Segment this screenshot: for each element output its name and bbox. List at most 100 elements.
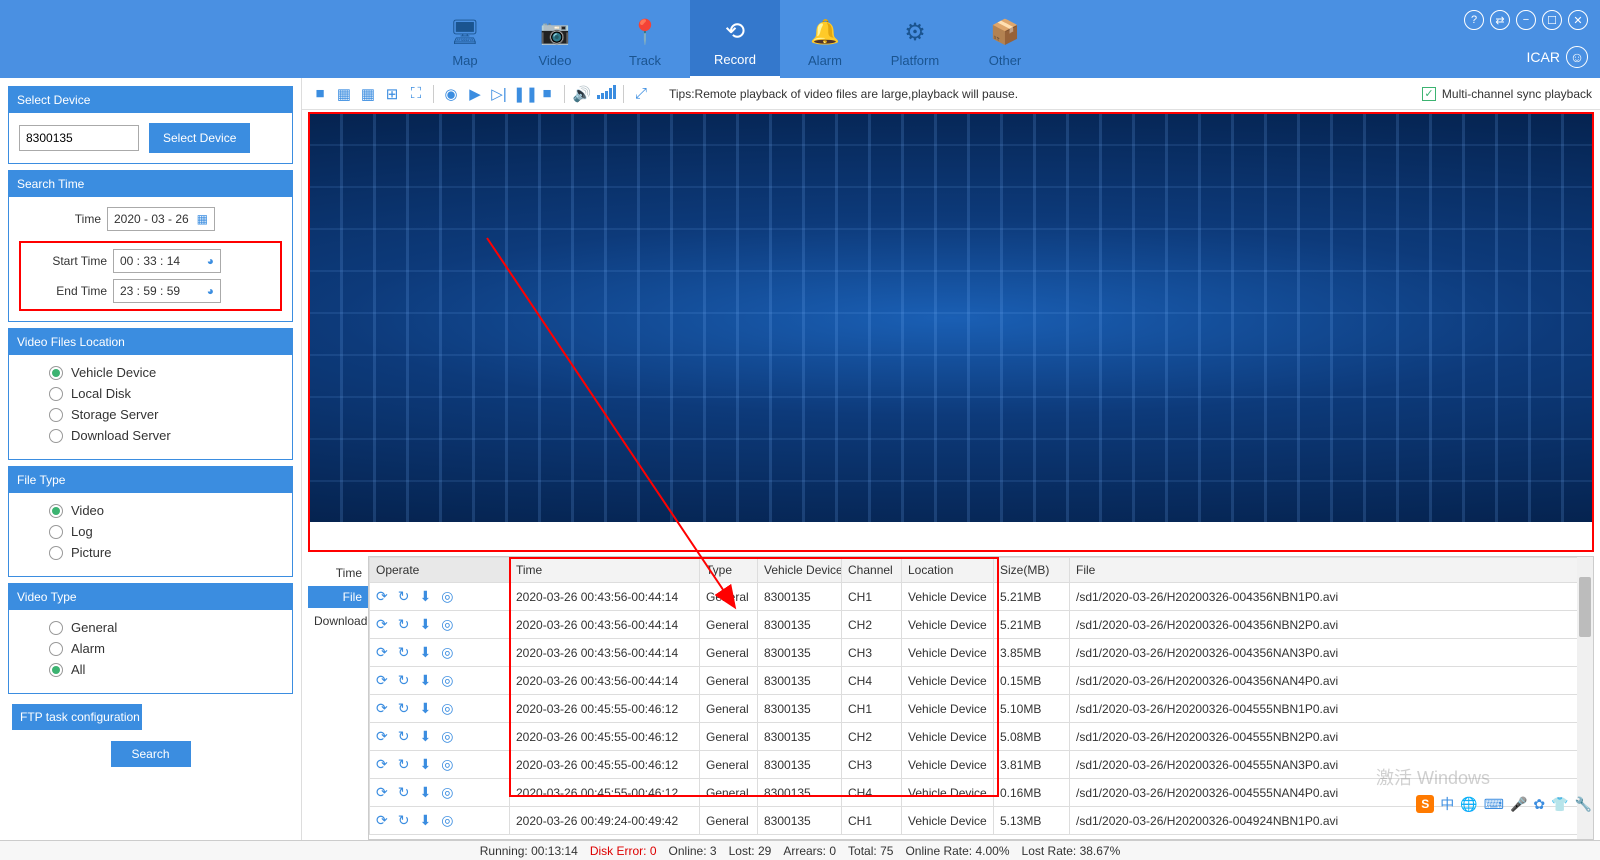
minimize-icon[interactable]: − <box>1516 10 1536 30</box>
nav-tab-other[interactable]: 📦Other <box>960 0 1050 78</box>
nav-tab-map[interactable]: 🖥Map <box>420 0 510 78</box>
signal-icon[interactable] <box>596 85 616 103</box>
tray-icon[interactable]: 👕 <box>1551 796 1568 813</box>
download-icon[interactable]: ⬇ <box>419 784 431 801</box>
layout-9-icon[interactable]: ▦ <box>358 85 378 103</box>
locate-icon[interactable]: ◎ <box>441 784 453 801</box>
col-header[interactable]: File <box>1070 558 1593 583</box>
snapshot-icon[interactable]: ◉ <box>441 85 461 103</box>
volume-icon[interactable]: 🔊 <box>572 85 592 103</box>
nav-tab-track[interactable]: 📍Track <box>600 0 690 78</box>
nav-tab-platform[interactable]: ⚙Platform <box>870 0 960 78</box>
play-icon[interactable]: ⟳ <box>376 812 388 829</box>
radio-log[interactable]: Log <box>19 524 282 539</box>
side-tab-download[interactable]: Download <box>308 610 368 632</box>
step-icon[interactable]: ▷| <box>489 85 509 103</box>
radio-all[interactable]: All <box>19 662 282 677</box>
table-row[interactable]: ⟳↻⬇◎2020-03-26 00:43:56-00:44:14General8… <box>370 639 1593 667</box>
tray-icon[interactable]: 🎤 <box>1510 796 1527 813</box>
select-device-button[interactable]: Select Device <box>149 123 250 153</box>
date-input[interactable]: 2020 - 03 - 26▦ <box>107 207 215 231</box>
play-icon[interactable]: ⟳ <box>376 672 388 689</box>
table-row[interactable]: ⟳↻⬇◎2020-03-26 00:45:55-00:46:12General8… <box>370 779 1593 807</box>
swap-icon[interactable]: ⇄ <box>1490 10 1510 30</box>
maximize-icon[interactable]: ☐ <box>1542 10 1562 30</box>
col-header[interactable]: Channel <box>842 558 902 583</box>
col-header[interactable]: Type <box>700 558 758 583</box>
fullscreen-icon[interactable]: ⛶ <box>406 85 426 102</box>
locate-icon[interactable]: ◎ <box>441 700 453 717</box>
table-row[interactable]: ⟳↻⬇◎2020-03-26 00:43:56-00:44:14General8… <box>370 667 1593 695</box>
play-icon[interactable]: ⟳ <box>376 616 388 633</box>
layout-16-icon[interactable]: ⊞ <box>382 85 402 103</box>
table-row[interactable]: ⟳↻⬇◎2020-03-26 00:45:55-00:46:12General8… <box>370 695 1593 723</box>
download-icon[interactable]: ⬇ <box>419 616 431 633</box>
close-icon[interactable]: ✕ <box>1568 10 1588 30</box>
play-icon[interactable]: ⟳ <box>376 588 388 605</box>
nav-tab-video[interactable]: 📷Video <box>510 0 600 78</box>
download-icon[interactable]: ⬇ <box>419 700 431 717</box>
radio-picture[interactable]: Picture <box>19 545 282 560</box>
tray-icon[interactable]: ⌨ <box>1484 796 1504 813</box>
search-button[interactable]: Search <box>111 741 191 767</box>
tray-icon[interactable]: ✿ <box>1533 796 1545 813</box>
ftp-config-button[interactable]: FTP task configuration <box>12 704 142 730</box>
download-icon[interactable]: ⬇ <box>419 672 431 689</box>
locate-icon[interactable]: ◎ <box>441 644 453 661</box>
layout-4-icon[interactable]: ▦ <box>334 85 354 103</box>
table-row[interactable]: ⟳↻⬇◎2020-03-26 00:49:24-00:49:42General8… <box>370 807 1593 835</box>
download-icon[interactable]: ⬇ <box>419 644 431 661</box>
replay-icon[interactable]: ↻ <box>398 812 410 829</box>
play-icon[interactable]: ⟳ <box>376 728 388 745</box>
radio-video[interactable]: Video <box>19 503 282 518</box>
replay-icon[interactable]: ↻ <box>398 644 410 661</box>
replay-icon[interactable]: ↻ <box>398 784 410 801</box>
help-icon[interactable]: ? <box>1464 10 1484 30</box>
tray-icon[interactable]: 中 <box>1440 794 1454 814</box>
expand-icon[interactable]: ⤢ <box>631 85 651 102</box>
replay-icon[interactable]: ↻ <box>398 700 410 717</box>
download-icon[interactable]: ⬇ <box>419 812 431 829</box>
side-tab-time[interactable]: Time <box>308 562 368 584</box>
replay-icon[interactable]: ↻ <box>398 756 410 773</box>
replay-icon[interactable]: ↻ <box>398 728 410 745</box>
locate-icon[interactable]: ◎ <box>441 756 453 773</box>
locate-icon[interactable]: ◎ <box>441 588 453 605</box>
col-header[interactable]: Size(MB) <box>994 558 1070 583</box>
play-icon[interactable]: ⟳ <box>376 756 388 773</box>
col-header[interactable]: Vehicle Device <box>758 558 842 583</box>
nav-tab-alarm[interactable]: 🔔Alarm <box>780 0 870 78</box>
radio-download-server[interactable]: Download Server <box>19 428 282 443</box>
download-icon[interactable]: ⬇ <box>419 756 431 773</box>
locate-icon[interactable]: ◎ <box>441 672 453 689</box>
radio-vehicle-device[interactable]: Vehicle Device <box>19 365 282 380</box>
pause-icon[interactable]: ❚❚ <box>513 85 533 103</box>
col-header[interactable]: Location <box>902 558 994 583</box>
video-preview[interactable] <box>308 112 1594 552</box>
play-icon[interactable]: ▶ <box>465 85 485 103</box>
layout-1-icon[interactable]: ■ <box>310 85 330 102</box>
locate-icon[interactable]: ◎ <box>441 728 453 745</box>
radio-general[interactable]: General <box>19 620 282 635</box>
col-header[interactable]: Operate <box>370 558 510 583</box>
sync-playback-checkbox[interactable]: ✓ Multi-channel sync playback <box>1422 87 1592 101</box>
table-row[interactable]: ⟳↻⬇◎2020-03-26 00:45:55-00:46:12General8… <box>370 723 1593 751</box>
start-time-input[interactable]: 00 : 33 : 14◕ <box>113 249 221 273</box>
table-row[interactable]: ⟳↻⬇◎2020-03-26 00:43:56-00:44:14General8… <box>370 611 1593 639</box>
tray-icon[interactable]: 🌐 <box>1460 796 1477 813</box>
replay-icon[interactable]: ↻ <box>398 672 410 689</box>
replay-icon[interactable]: ↻ <box>398 588 410 605</box>
tray-icon[interactable]: 🔧 <box>1575 796 1592 813</box>
download-icon[interactable]: ⬇ <box>419 728 431 745</box>
download-icon[interactable]: ⬇ <box>419 588 431 605</box>
play-icon[interactable]: ⟳ <box>376 700 388 717</box>
replay-icon[interactable]: ↻ <box>398 616 410 633</box>
end-time-input[interactable]: 23 : 59 : 59◕ <box>113 279 221 303</box>
col-header[interactable]: Time <box>510 558 700 583</box>
radio-storage-server[interactable]: Storage Server <box>19 407 282 422</box>
nav-tab-record[interactable]: ⟲Record <box>690 0 780 78</box>
radio-alarm[interactable]: Alarm <box>19 641 282 656</box>
stop-icon[interactable]: ■ <box>537 85 557 102</box>
play-icon[interactable]: ⟳ <box>376 784 388 801</box>
table-row[interactable]: ⟳↻⬇◎2020-03-26 00:45:55-00:46:12General8… <box>370 751 1593 779</box>
